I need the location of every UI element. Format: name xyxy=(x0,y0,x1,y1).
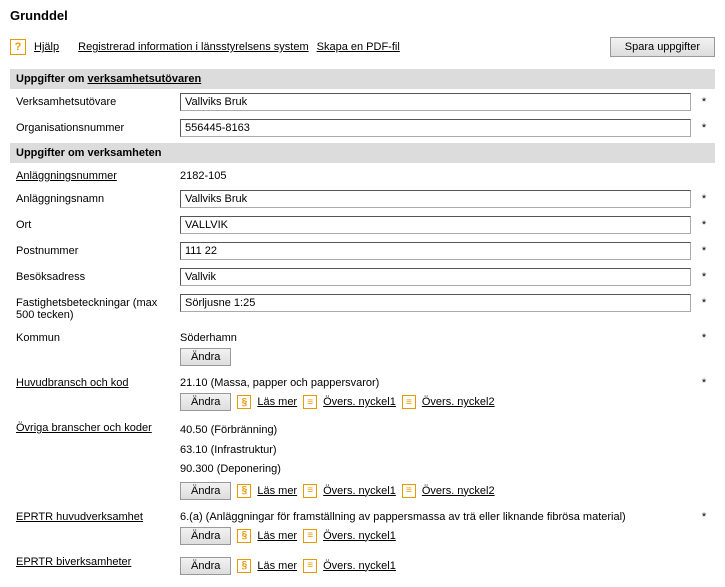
fastighet-label: Fastighetsbeteckningar (max 500 tecken) xyxy=(16,294,172,321)
paragraph-icon: § xyxy=(237,529,251,543)
kommun-change-button[interactable]: Ändra xyxy=(180,348,231,366)
besok-label: Besöksadress xyxy=(16,268,172,283)
eprtr-bi-label[interactable]: EPRTR biverksamheter xyxy=(16,556,131,568)
list-icon: ≡ xyxy=(402,484,416,498)
list-icon: ≡ xyxy=(303,484,317,498)
ovriga-change-button[interactable]: Ändra xyxy=(180,482,231,500)
paragraph-icon: § xyxy=(237,395,251,409)
required-mark: * xyxy=(699,93,709,108)
huvudbransch-label[interactable]: Huvudbransch och kod xyxy=(16,377,129,389)
las-mer-link[interactable]: Läs mer xyxy=(257,485,297,497)
ovriga-line3: 90.300 (Deponering) xyxy=(180,458,691,478)
help-link[interactable]: Hjälp xyxy=(34,41,59,53)
ovriga-line1: 40.50 (Förbränning) xyxy=(180,419,691,439)
nyckel1-link[interactable]: Övers. nyckel1 xyxy=(323,560,396,572)
required-mark: * xyxy=(699,268,709,283)
list-icon: ≡ xyxy=(303,395,317,409)
orgnr-input[interactable] xyxy=(180,119,691,137)
operator-input[interactable] xyxy=(180,93,691,111)
facility-name-input[interactable] xyxy=(180,190,691,208)
section-activity-header: Uppgifter om verksamheten xyxy=(10,143,715,163)
operator-label: Verksamhetsutövare xyxy=(16,93,172,108)
ovriga-label[interactable]: Övriga branscher och koder xyxy=(16,422,152,434)
facility-no-value: 2182-105 xyxy=(180,167,691,182)
paragraph-icon: § xyxy=(237,559,251,573)
las-mer-link[interactable]: Läs mer xyxy=(257,396,297,408)
required-mark: * xyxy=(699,190,709,205)
required-mark: * xyxy=(699,374,709,389)
facility-no-label[interactable]: Anläggningsnummer xyxy=(16,170,117,182)
toolbar: ? Hjälp Registrerad information i länsst… xyxy=(10,33,715,67)
nyckel1-link[interactable]: Övers. nyckel1 xyxy=(323,530,396,542)
section-operator-header: Uppgifter om verksamhetsutövaren xyxy=(10,69,715,89)
las-mer-link[interactable]: Läs mer xyxy=(257,530,297,542)
list-icon: ≡ xyxy=(303,529,317,543)
page-title: Grunddel xyxy=(10,8,715,23)
besok-input[interactable] xyxy=(180,268,691,286)
list-icon: ≡ xyxy=(402,395,416,409)
eprtr-huvud-label[interactable]: EPRTR huvudverksamhet xyxy=(16,511,143,523)
fastighet-input[interactable] xyxy=(180,294,691,312)
required-mark: * xyxy=(699,294,709,309)
nyckel2-link[interactable]: Övers. nyckel2 xyxy=(422,485,495,497)
eprtr-bi-change-button[interactable]: Ändra xyxy=(180,557,231,575)
ort-label: Ort xyxy=(16,216,172,231)
kommun-value: Söderhamn xyxy=(180,329,691,344)
required-mark: * xyxy=(699,216,709,231)
section-operator-link[interactable]: verksamhetsutövaren xyxy=(88,73,202,85)
save-button[interactable]: Spara uppgifter xyxy=(610,37,715,57)
nyckel2-link[interactable]: Övers. nyckel2 xyxy=(422,396,495,408)
required-mark: * xyxy=(699,242,709,257)
list-icon: ≡ xyxy=(303,559,317,573)
ort-input[interactable] xyxy=(180,216,691,234)
nyckel1-link[interactable]: Övers. nyckel1 xyxy=(323,396,396,408)
postnr-input[interactable] xyxy=(180,242,691,260)
required-mark: * xyxy=(699,119,709,134)
eprtr-huvud-value: 6.(a) (Anläggningar för framställning av… xyxy=(180,508,691,523)
required-mark: * xyxy=(699,329,709,344)
create-pdf-link[interactable]: Skapa en PDF-fil xyxy=(317,41,400,53)
required-mark: * xyxy=(699,508,709,523)
kommun-label: Kommun xyxy=(16,329,172,344)
huvudbransch-change-button[interactable]: Ändra xyxy=(180,393,231,411)
help-icon: ? xyxy=(10,39,26,55)
facility-name-label: Anläggningsnamn xyxy=(16,190,172,205)
las-mer-link[interactable]: Läs mer xyxy=(257,560,297,572)
ovriga-line2: 63.10 (Infrastruktur) xyxy=(180,439,691,459)
registered-info-link[interactable]: Registrerad information i länsstyrelsens… xyxy=(78,41,308,53)
huvudbransch-value: 21.10 (Massa, papper och pappersvaror) xyxy=(180,374,691,389)
paragraph-icon: § xyxy=(237,484,251,498)
section-operator-prefix: Uppgifter om xyxy=(16,73,88,85)
nyckel1-link[interactable]: Övers. nyckel1 xyxy=(323,485,396,497)
postnr-label: Postnummer xyxy=(16,242,172,257)
orgnr-label: Organisationsnummer xyxy=(16,119,172,134)
eprtr-huvud-change-button[interactable]: Ändra xyxy=(180,527,231,545)
